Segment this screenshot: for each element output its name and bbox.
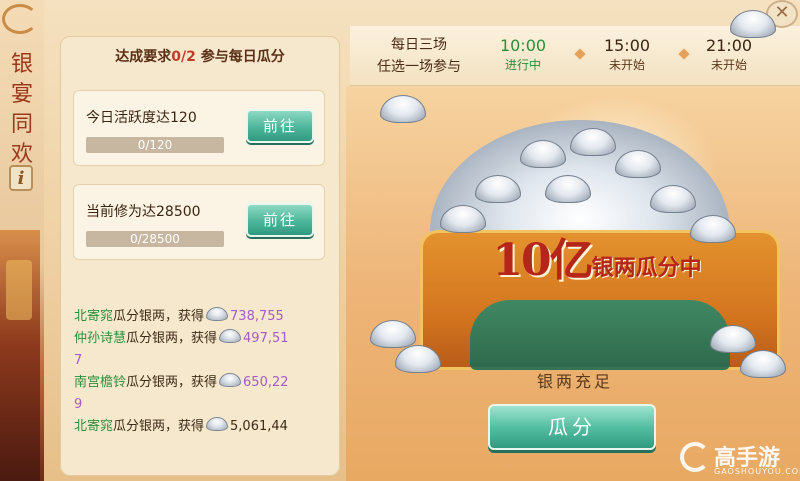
feed-action: 瓜分银两，获得 [113,419,205,434]
info-button[interactable]: i [9,165,33,191]
task-title: 当前修为达28500 [86,204,201,220]
feed-player: 南宫檐铃 [74,375,127,390]
slot-time: 21:00 [705,36,753,55]
feed-amount-cont: 9 [74,397,83,412]
feed-action: 瓜分银两，获得 [113,309,205,324]
banner-number: 10亿 [492,235,593,286]
task-card: 今日活跃度达120 0/120 前往 [73,90,325,166]
feed-action: 瓜分银两，获得 [126,331,218,346]
slot-time: 10:00 [499,36,547,55]
task-progress-bar: 0/120 [86,137,224,153]
event-title: 银 宴 同 欢 [8,50,36,170]
site-logo-icon [680,442,710,472]
slot-status: 未开始 [710,58,747,72]
feed-action: 瓜分银两，获得 [126,375,218,390]
slot-status: 进行中 [504,58,541,72]
feed-amount-cont: 7 [74,353,83,368]
banner-headline: 10亿银两瓜分中 [412,224,782,288]
chest-ornament [470,300,730,370]
feed-item: 仲孙诗慧瓜分银两，获得 497,51 7 [74,328,336,372]
feed-item: 南宫檐铃瓜分银两，获得 650,22 9 [74,372,336,416]
feed-player: 北寄窕 [74,419,114,434]
feed-amount: 650,22 [243,375,289,390]
silver-ingot-icon [219,329,242,343]
event-title-char: 宴 [10,82,33,107]
task-title: 今日活跃度达120 [86,110,197,126]
reward-feed: 北寄窕瓜分银两，获得 738,755 仲孙诗慧瓜分银两，获得 497,51 7 南宫檐… [74,306,336,438]
task-progress-text: 0/120 [137,138,173,152]
task-card: 当前修为达28500 0/28500 前往 [73,184,325,260]
claim-share-button[interactable]: 瓜分 [488,404,656,450]
slot-status: 未开始 [608,58,645,72]
feed-amount: 497,51 [243,331,289,346]
schedule-desc-line: 任选一场参与 [377,59,461,75]
banner-subtitle: 银两充足 [536,372,613,391]
go-button[interactable]: 前往 [246,203,314,237]
go-button[interactable]: 前往 [246,109,314,143]
side-banner: 银 宴 同 欢 i [0,0,44,481]
game-window: 银 宴 同 欢 i 达成要求0/2 参与每日瓜分 今日活跃度达120 0/120… [0,0,800,481]
feed-player: 北寄窕 [74,309,114,324]
feed-player: 仲孙诗慧 [74,331,127,346]
requirement-header: 达成要求0/2 参与每日瓜分 [60,46,340,66]
schedule-description: 每日三场 任选一场参与 [374,34,464,78]
requirement-prefix: 达成要求 [115,49,172,65]
schedule-desc-line: 每日三场 [391,37,447,53]
requirement-progress: 0/2 [171,49,196,65]
feed-item: 北寄窕瓜分银两，获得 738,755 [74,306,336,328]
slot-time: 15:00 [603,36,651,55]
task-progress-text: 0/28500 [130,232,180,246]
side-artwork [0,230,40,481]
time-slot[interactable]: 15:00 未开始 [592,36,662,74]
watermark: 高手游 GAOSHOUYOU.COM [680,440,800,478]
event-title-char: 银 [10,52,33,77]
feed-item: 北寄窕瓜分银两，获得 5,061,44 [74,416,336,438]
watermark-subtext: GAOSHOUYOU.COM [714,467,800,476]
task-progress-bar: 0/28500 [86,231,224,247]
cloud-swirl-icon [2,4,38,34]
silver-ingot-icon [206,417,229,431]
feed-amount: 738,755 [230,309,284,324]
time-slot-active[interactable]: 10:00 进行中 [488,36,558,74]
event-title-char: 同 [10,112,33,137]
requirement-suffix: 参与每日瓜分 [200,49,285,65]
silver-ingot-icon [206,307,229,321]
time-slot[interactable]: 21:00 未开始 [694,36,764,74]
silver-ingot-icon [219,373,242,387]
feed-amount: 5,061,44 [230,419,288,434]
banner-text: 银两瓜分中 [591,255,702,281]
